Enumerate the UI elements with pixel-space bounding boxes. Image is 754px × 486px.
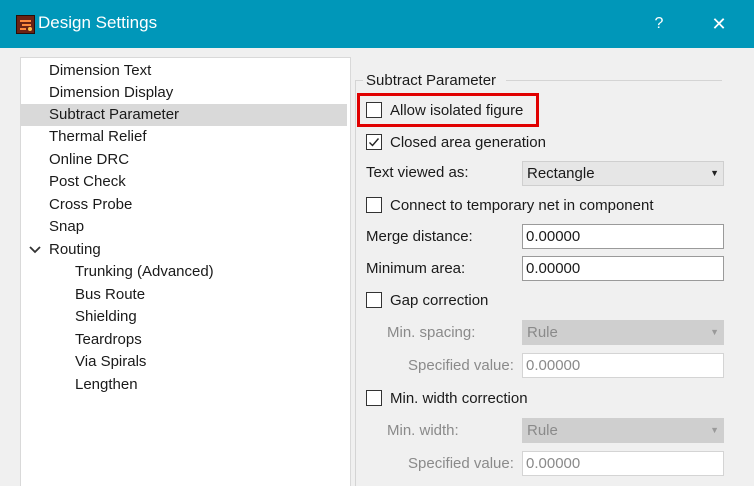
checkbox-box[interactable] — [366, 197, 382, 213]
text-viewed-label: Text viewed as: — [366, 164, 469, 181]
app-icon — [16, 15, 35, 34]
title-bar: Design Settings ? ✕ — [0, 0, 754, 48]
merge-distance-label: Merge distance: — [366, 228, 473, 245]
checkbox-label: Closed area generation — [390, 133, 546, 151]
group-border-top — [506, 80, 722, 81]
group-border — [355, 80, 356, 486]
dropdown-arrow-icon: ▼ — [710, 168, 719, 178]
checkbox-label: Gap correction — [390, 291, 489, 309]
group-border-top-left — [355, 80, 363, 81]
tree-item-routing[interactable]: Routing — [21, 239, 350, 261]
width-specified-value-label: Specified value: — [408, 455, 514, 472]
settings-tree[interactable]: Dimension Text Dimension Display Subtrac… — [20, 57, 351, 486]
min-spacing-select: Rule ▼ — [522, 320, 724, 345]
checkbox-box[interactable] — [366, 102, 382, 118]
gap-specified-value-input: 0.00000 — [522, 353, 724, 378]
merge-distance-input[interactable]: 0.00000 — [522, 224, 724, 249]
dropdown-arrow-icon: ▼ — [710, 327, 719, 337]
tree-item-subtract-parameter[interactable]: Subtract Parameter — [21, 104, 347, 126]
gap-correction-checkbox[interactable]: Gap correction — [366, 289, 488, 311]
tree-item-snap[interactable]: Snap — [21, 216, 350, 238]
tree-item-dimension-display[interactable]: Dimension Display — [21, 82, 350, 104]
minimum-area-label: Minimum area: — [366, 260, 466, 277]
text-viewed-select[interactable]: Rectangle ▼ — [522, 161, 724, 186]
connect-temporary-net-checkbox[interactable]: Connect to temporary net in component — [366, 194, 653, 216]
allow-isolated-figure-checkbox[interactable]: Allow isolated figure — [366, 99, 523, 121]
window-title: Design Settings — [38, 13, 158, 32]
checkbox-label: Min. width correction — [390, 389, 528, 407]
gap-specified-value-label: Specified value: — [408, 357, 514, 374]
tree-item-trunking-advanced[interactable]: Trunking (Advanced) — [21, 261, 350, 283]
tree-item-cross-probe[interactable]: Cross Probe — [21, 194, 350, 216]
checkbox-box[interactable] — [366, 390, 382, 406]
min-width-select: Rule ▼ — [522, 418, 724, 443]
min-spacing-label: Min. spacing: — [387, 324, 476, 341]
tree-item-thermal-relief[interactable]: Thermal Relief — [21, 126, 350, 148]
dropdown-arrow-icon: ▼ — [710, 425, 719, 435]
tree-item-teardrops[interactable]: Teardrops — [21, 329, 350, 351]
tree-item-bus-route[interactable]: Bus Route — [21, 284, 350, 306]
tree-item-online-drc[interactable]: Online DRC — [21, 149, 350, 171]
tree-item-dimension-text[interactable]: Dimension Text — [21, 60, 350, 82]
tree-item-shielding[interactable]: Shielding — [21, 306, 350, 328]
checkbox-label: Connect to temporary net in component — [390, 196, 654, 214]
group-title: Subtract Parameter — [366, 72, 497, 89]
tree-item-lengthen[interactable]: Lengthen — [21, 374, 350, 396]
minimum-area-input[interactable]: 0.00000 — [522, 256, 724, 281]
checkbox-label: Allow isolated figure — [390, 101, 524, 119]
tree-item-via-spirals[interactable]: Via Spirals — [21, 351, 350, 373]
checkbox-box[interactable] — [366, 134, 382, 150]
min-width-correction-checkbox[interactable]: Min. width correction — [366, 387, 528, 409]
help-button[interactable]: ? — [636, 0, 682, 48]
close-button[interactable]: ✕ — [696, 0, 742, 48]
chevron-down-icon[interactable] — [29, 241, 43, 259]
min-width-label: Min. width: — [387, 422, 459, 439]
checkbox-box[interactable] — [366, 292, 382, 308]
width-specified-value-input: 0.00000 — [522, 451, 724, 476]
tree-item-post-check[interactable]: Post Check — [21, 171, 350, 193]
checkmark-icon — [369, 138, 380, 147]
closed-area-generation-checkbox[interactable]: Closed area generation — [366, 131, 546, 153]
